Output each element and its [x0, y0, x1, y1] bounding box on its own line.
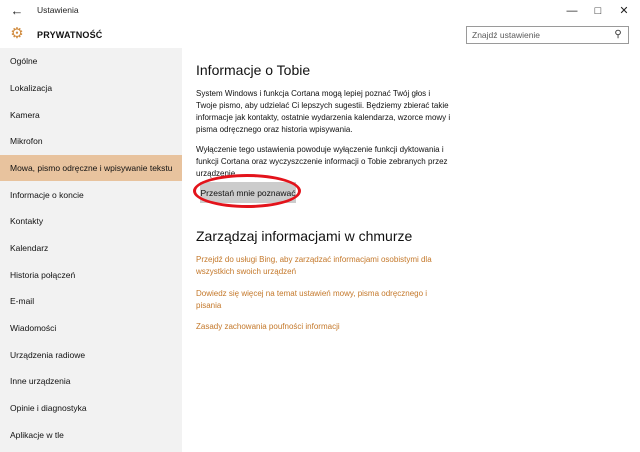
sidebar-item-account-info[interactable]: Informacje o koncie — [0, 182, 182, 208]
sidebar-item-feedback[interactable]: Opinie i diagnostyka — [0, 395, 182, 421]
back-arrow-icon[interactable]: ← — [8, 3, 26, 19]
close-icon[interactable]: ✕ — [614, 3, 634, 19]
window-title: Ustawienia — [37, 5, 79, 15]
search-box[interactable]: ⚲ — [466, 26, 629, 44]
sidebar-item-call-history[interactable]: Historia połączeń — [0, 262, 182, 288]
sidebar-item-background-apps[interactable]: Aplikacje w tle — [0, 422, 182, 448]
sidebar-item-camera[interactable]: Kamera — [0, 102, 182, 128]
sidebar: Ogólne Lokalizacja Kamera Mikrofon Mowa,… — [0, 48, 182, 452]
search-input[interactable] — [472, 29, 602, 41]
title-bar: ← Ustawienia — □ ✕ — [0, 0, 640, 22]
sidebar-item-general[interactable]: Ogólne — [0, 48, 182, 74]
sidebar-item-messaging[interactable]: Wiadomości — [0, 315, 182, 341]
sidebar-item-radios[interactable]: Urządzenia radiowe — [0, 342, 182, 368]
maximize-icon[interactable]: □ — [588, 3, 608, 19]
minimize-icon[interactable]: — — [562, 3, 582, 19]
sidebar-item-microphone[interactable]: Mikrofon — [0, 128, 182, 154]
sidebar-item-email[interactable]: E-mail — [0, 288, 182, 314]
learn-more-link[interactable]: Dowiedz się więcej na temat ustawień mow… — [196, 288, 451, 312]
warning-text: Wyłączenie tego ustawienia powoduje wyłą… — [196, 145, 448, 178]
search-icon[interactable]: ⚲ — [612, 29, 624, 41]
sidebar-item-other-devices[interactable]: Inne urządzenia — [0, 368, 182, 394]
gear-icon: ⚙ — [10, 25, 24, 42]
description-text: System Windows i funkcja Cortana mogą le… — [196, 89, 451, 134]
sidebar-item-contacts[interactable]: Kontakty — [0, 208, 182, 234]
privacy-statement-link[interactable]: Zasady zachowania poufności informacji — [196, 321, 451, 333]
stop-getting-to-know-me-button[interactable]: Przestań mnie poznawać — [200, 182, 296, 203]
bing-manage-link[interactable]: Przejdź do usługi Bing, aby zarządzać in… — [196, 254, 451, 278]
sidebar-item-calendar[interactable]: Kalendarz — [0, 235, 182, 261]
cloud-section-heading: Zarządzaj informacjami w chmurze — [196, 228, 413, 244]
section-heading: Informacje o Tobie — [196, 62, 311, 78]
sidebar-item-location[interactable]: Lokalizacja — [0, 75, 182, 101]
page-title: PRYWATNOŚĆ — [37, 30, 103, 40]
settings-header: ⚙ PRYWATNOŚĆ ⚲ — [0, 22, 640, 48]
sidebar-item-speech-inking-typing[interactable]: Mowa, pismo odręczne i wpisywanie tekstu — [0, 155, 182, 181]
main-content: Informacje o Tobie System Windows i funk… — [182, 48, 640, 452]
